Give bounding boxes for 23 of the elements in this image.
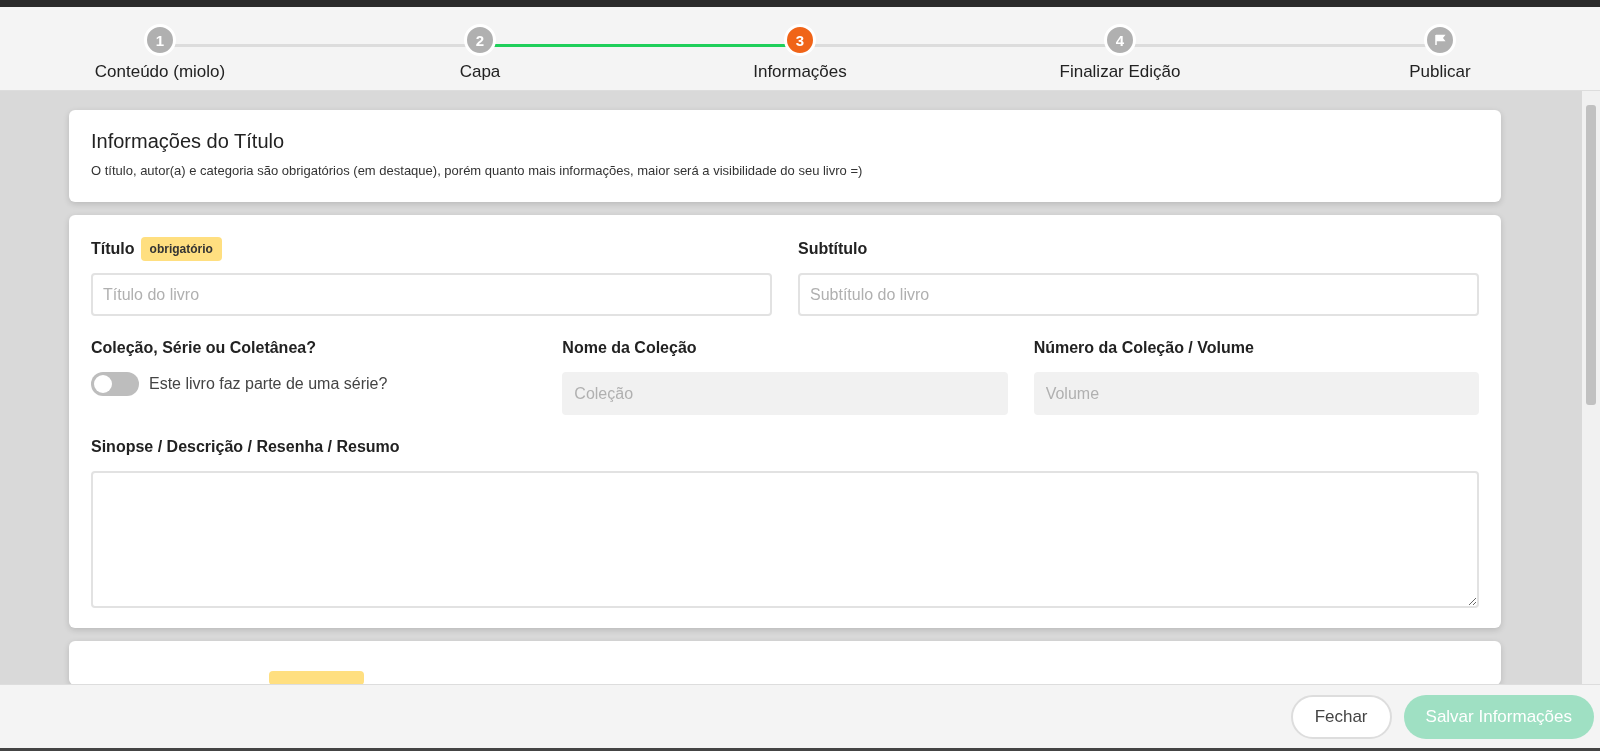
step-label[interactable]: Finalizar Edição bbox=[1059, 62, 1181, 82]
toggle-label: Este livro faz parte de uma série? bbox=[149, 374, 388, 393]
toggle-switch[interactable] bbox=[91, 371, 139, 396]
field-label: Número da Coleção / Volume bbox=[1033, 339, 1254, 357]
scrollbar[interactable] bbox=[1582, 91, 1600, 684]
title-input-field[interactable]: Título do livro bbox=[91, 273, 772, 316]
close-button[interactable]: Fechar bbox=[1290, 694, 1392, 739]
field-label: Subtítulo bbox=[798, 240, 868, 258]
card-description: O título, autor(a) e categoria são obrigatórios (em destaque), porém quanto mais informações, maior será a visibilidade do seu livro =) bbox=[91, 163, 864, 178]
field-label: Sinopse / Descrição / Resenha / Resumo bbox=[91, 438, 400, 456]
step-label[interactable]: Capa bbox=[459, 62, 501, 82]
field-label: Coleção, Série ou Coletânea? bbox=[91, 339, 316, 357]
synopsis-text-area[interactable] bbox=[91, 471, 1479, 608]
step-label[interactable]: Publicar bbox=[1409, 62, 1471, 82]
step-label[interactable]: Informações bbox=[753, 62, 847, 82]
flag-step-marker[interactable] bbox=[1424, 24, 1456, 56]
step-label[interactable]: Conteúdo (miolo) bbox=[94, 62, 226, 82]
field-label: Nome da Coleção bbox=[562, 339, 697, 357]
subtitle-input-field[interactable]: Subtítulo do livro bbox=[798, 273, 1479, 316]
flag-icon bbox=[1434, 34, 1446, 46]
required-badge: obrigatório bbox=[140, 237, 222, 261]
field-label: Título bbox=[91, 240, 135, 258]
card-title: Informações do Título bbox=[91, 130, 286, 153]
